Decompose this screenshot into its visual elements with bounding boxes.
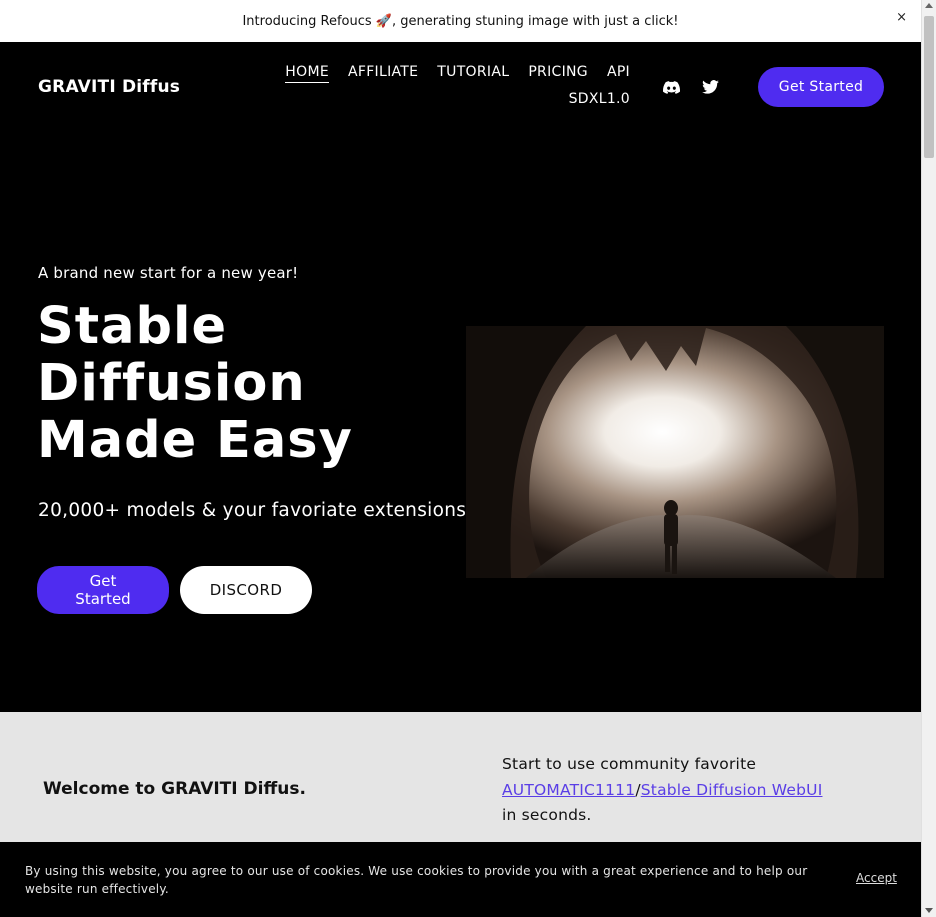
accept-cookies-button[interactable]: Accept: [856, 871, 897, 885]
close-icon[interactable]: ×: [896, 10, 907, 25]
discord-button[interactable]: DISCORD: [180, 566, 312, 614]
cookie-text: By using this website, you agree to our …: [25, 864, 808, 896]
automatic1111-link[interactable]: AUTOMATIC1111: [502, 781, 635, 799]
discord-icon-svg: [662, 80, 680, 94]
nav-api[interactable]: API: [607, 64, 630, 83]
cave-illustration: [466, 326, 884, 578]
cookie-banner: By using this website, you agree to our …: [0, 842, 921, 917]
welcome-text-suffix: in seconds.: [502, 806, 592, 824]
nav-tutorial[interactable]: TUTORIAL: [437, 64, 509, 83]
hero-description: 20,000+ models & your favoriate extensio…: [38, 500, 467, 521]
welcome-section: Welcome to GRAVITI Diffus. Start to use …: [0, 712, 921, 842]
discord-icon[interactable]: [661, 78, 681, 96]
main-nav: HOME AFFILIATE TUTORIAL PRICING API SDXL…: [260, 64, 630, 109]
webui-link[interactable]: Stable Diffusion WebUI: [641, 781, 823, 799]
nav-sdxl[interactable]: SDXL1.0: [569, 91, 630, 109]
welcome-text: Start to use community favorite AUTOMATI…: [502, 752, 842, 829]
hero-subtitle: A brand new start for a new year!: [38, 264, 299, 282]
hero-image: [466, 326, 884, 578]
nav-home[interactable]: HOME: [285, 64, 329, 83]
hero-title-line: Diffusion: [37, 354, 306, 413]
nav-affiliate[interactable]: AFFILIATE: [348, 64, 418, 83]
announcement-text: Introducing Refoucs 🚀, generating stunin…: [242, 13, 679, 29]
hero-title-line: Made Easy: [37, 411, 353, 470]
hero-title: Stable Diffusion Made Easy: [37, 298, 437, 469]
site-header: GRAVITI Diffus HOME AFFILIATE TUTORIAL P…: [0, 42, 921, 132]
welcome-text-prefix: Start to use community favorite: [502, 755, 757, 773]
twitter-icon-svg: [701, 80, 719, 94]
page-scrollbar[interactable]: [921, 0, 936, 917]
announcement-bar: Introducing Refoucs 🚀, generating stunin…: [0, 0, 921, 42]
hero-get-started-button[interactable]: Get Started: [37, 566, 169, 614]
nav-pricing[interactable]: PRICING: [528, 64, 588, 83]
welcome-title: Welcome to GRAVITI Diffus.: [43, 779, 306, 799]
scroll-up-arrow-icon[interactable]: [925, 3, 933, 8]
get-started-button[interactable]: Get Started: [758, 67, 884, 107]
hero-title-line: Stable: [37, 297, 228, 356]
twitter-icon[interactable]: [700, 78, 720, 96]
brand-logo[interactable]: GRAVITI Diffus: [38, 77, 180, 97]
scroll-down-arrow-icon[interactable]: [925, 908, 933, 913]
scroll-thumb[interactable]: [924, 16, 934, 158]
